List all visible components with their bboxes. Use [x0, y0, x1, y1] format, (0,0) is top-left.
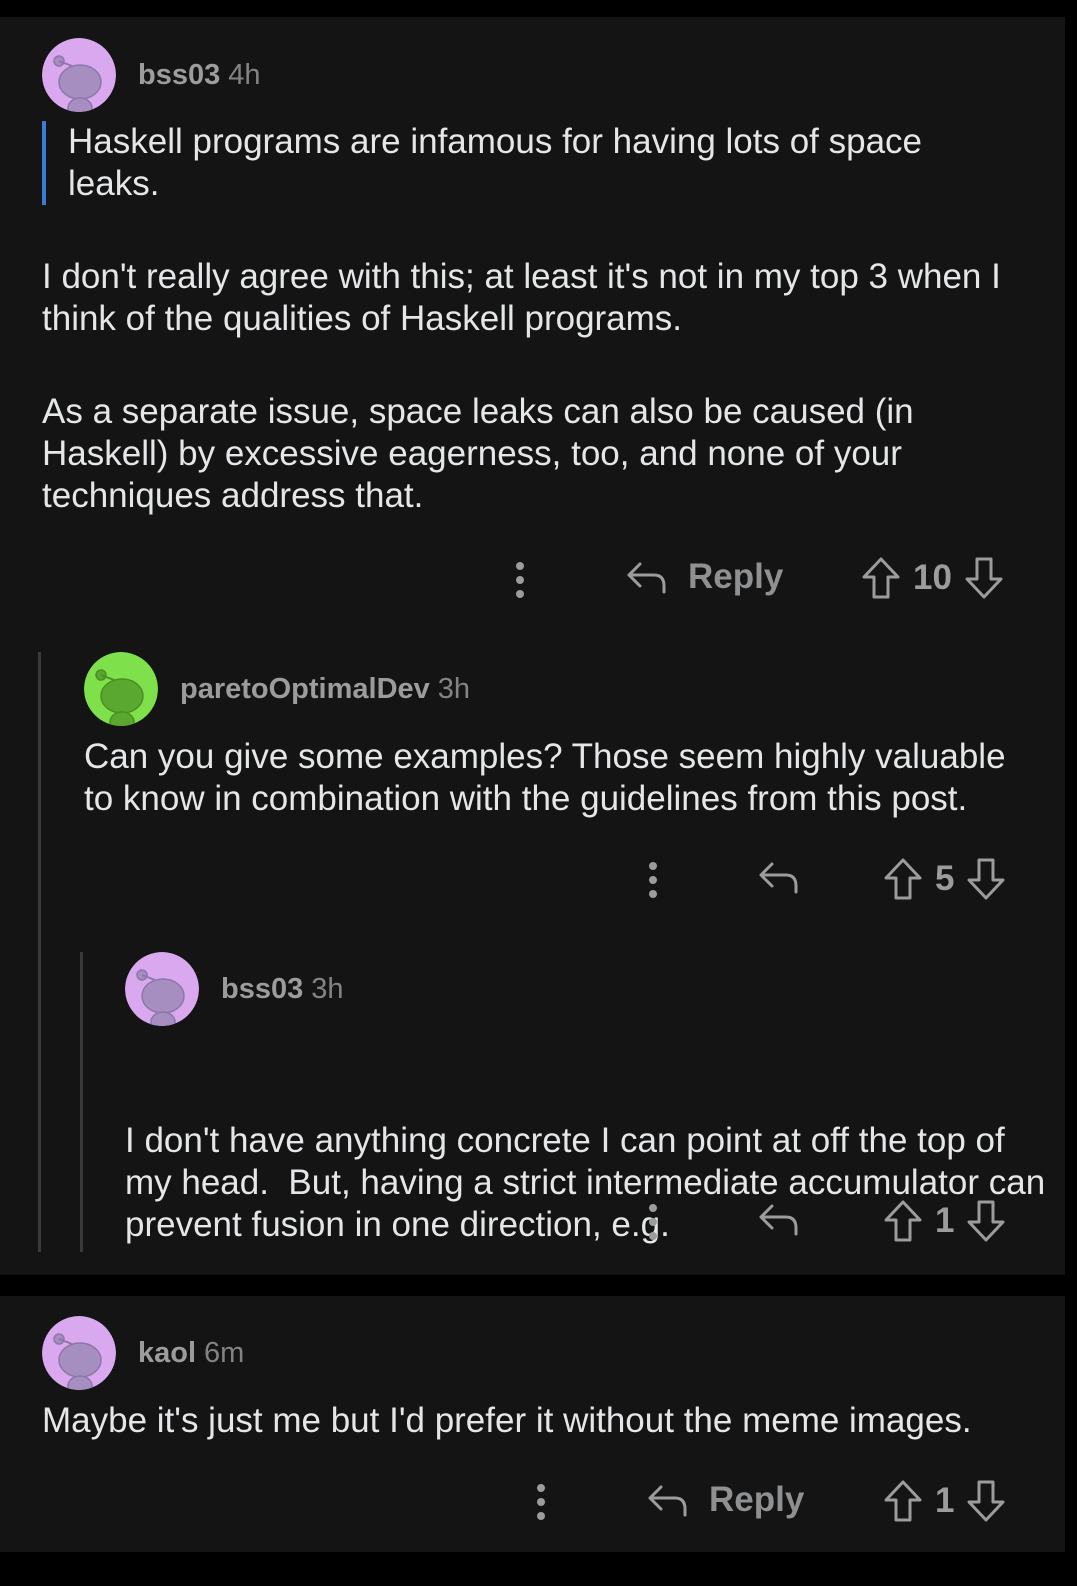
reply-arrow-icon [759, 1204, 798, 1236]
reply-button[interactable]: Reply [626, 557, 783, 597]
reply-button[interactable] [758, 1200, 800, 1238]
downvote-arrow-icon[interactable] [966, 1199, 1006, 1243]
comment-body: I don't really agree with this; at least… [42, 256, 1042, 517]
more-options-button[interactable] [531, 1482, 551, 1522]
comment-header: bss03 4h [42, 38, 261, 112]
more-vertical-icon [649, 862, 657, 898]
avatar[interactable] [42, 1316, 116, 1390]
avatar[interactable] [125, 952, 199, 1026]
vote-controls: 10 [861, 556, 1004, 600]
quote-block: Haskell programs are infamous for having… [42, 121, 1018, 205]
upvote-arrow-icon[interactable] [861, 556, 901, 600]
avatar[interactable] [42, 38, 116, 112]
upvote-arrow-icon[interactable] [883, 1199, 923, 1243]
comment-paragraph: Can you give some examples? Those seem h… [84, 737, 1006, 818]
comment-header: kaol 6m [42, 1316, 244, 1390]
reply-arrow-icon [759, 862, 798, 894]
thread-collapse-line[interactable] [38, 652, 41, 1252]
reply-arrow-icon [648, 1485, 687, 1517]
username[interactable]: bss03 [138, 59, 220, 91]
comment-body: I don't have anything concrete I can poi… [125, 1036, 1055, 1288]
username[interactable]: paretoOptimalDev [180, 673, 430, 705]
upvote-arrow-icon[interactable] [883, 1479, 923, 1523]
vote-controls: 1 [883, 1479, 1006, 1523]
more-options-button[interactable] [510, 560, 530, 600]
more-options-button[interactable] [643, 860, 663, 900]
more-vertical-icon [537, 1484, 545, 1520]
vote-controls: 1 [883, 1199, 1006, 1243]
reply-arrow-icon [627, 562, 666, 594]
comment-age: 6m [204, 1336, 245, 1369]
downvote-arrow-icon[interactable] [966, 857, 1006, 901]
username[interactable]: bss03 [221, 973, 303, 1005]
avatar[interactable] [84, 652, 158, 726]
reply-button[interactable]: Reply [647, 1480, 804, 1520]
comment-age: 4h [228, 58, 261, 91]
quote-text: Haskell programs are infamous for having… [68, 122, 923, 203]
more-options-button[interactable] [643, 1202, 663, 1242]
vote-score: 1 [935, 1201, 955, 1240]
more-vertical-icon [649, 1204, 657, 1240]
comment-body: Maybe it's just me but I'd prefer it wit… [42, 1400, 1052, 1442]
thread-collapse-line[interactable] [80, 952, 83, 1252]
snoo-avatar-icon [42, 38, 116, 112]
comment-paragraph: As a separate issue, space leaks can als… [42, 392, 914, 515]
vote-score: 5 [935, 859, 955, 898]
comment-age: 3h [311, 972, 344, 1005]
reply-button[interactable] [758, 858, 800, 896]
snoo-avatar-icon [125, 952, 199, 1026]
comment-paragraph: Maybe it's just me but I'd prefer it wit… [42, 1401, 972, 1440]
comment-header: bss03 3h [125, 952, 344, 1026]
upvote-arrow-icon[interactable] [883, 857, 923, 901]
downvote-arrow-icon[interactable] [964, 556, 1004, 600]
comment-paragraph: I don't really agree with this; at least… [42, 257, 1001, 338]
reply-label: Reply [688, 557, 784, 596]
downvote-arrow-icon[interactable] [966, 1479, 1006, 1523]
vote-score: 10 [913, 558, 952, 597]
comment-header: paretoOptimalDev 3h [84, 652, 470, 726]
reply-label: Reply [709, 1480, 805, 1519]
scrollbar-track [1065, 0, 1077, 1586]
snoo-avatar-icon [42, 1316, 116, 1390]
vote-score: 1 [935, 1481, 955, 1520]
comment-age: 3h [437, 672, 471, 705]
more-vertical-icon [516, 562, 524, 598]
comment-body: Can you give some examples? Those seem h… [84, 736, 1044, 820]
username[interactable]: kaol [138, 1337, 196, 1369]
vote-controls: 5 [883, 857, 1006, 901]
snoo-avatar-icon [84, 652, 158, 726]
